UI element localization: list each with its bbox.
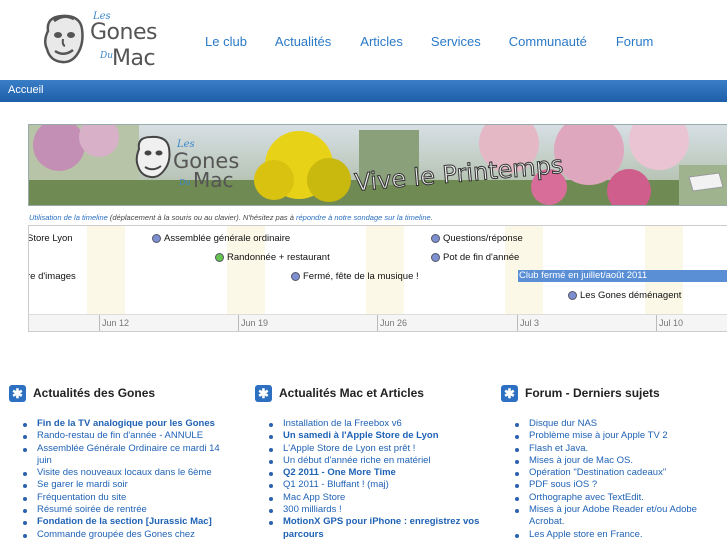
list-item[interactable]: Installation de la Freebox v6 [269, 418, 480, 430]
event-dot-icon [152, 233, 161, 243]
timeline-note: Utilisation de la timeline (déplacement … [29, 213, 433, 222]
list-item[interactable]: Mac App Store [269, 492, 480, 504]
list-item[interactable]: Résumé soirée de rentrée [23, 504, 234, 516]
forum-list: Disque dur NAS Problème mise à jour Appl… [501, 418, 726, 541]
face-logo-icon [44, 14, 84, 64]
nav-services[interactable]: Services [431, 34, 481, 49]
list-item[interactable]: Mises à jour de Mac OS. [515, 455, 726, 467]
list-item[interactable]: Rando-restau de fin d'année - ANNULE [23, 430, 234, 442]
list-item[interactable]: Fréquentation du site [23, 492, 234, 504]
timeline-event[interactable]: Store Lyon [28, 233, 73, 244]
asterisk-icon: ✱ [255, 384, 272, 402]
survey-link[interactable]: répondre à notre sondage sur la timeline [296, 213, 431, 222]
news-list: Installation de la Freebox v6 Un samedi … [255, 418, 480, 541]
timeline-event[interactable]: Questions/réponse [431, 233, 523, 244]
axis-tick: Jul 10 [656, 315, 683, 331]
timeline-axis: Jun 12 Jun 19 Jun 26 Jul 3 Jul 10 [29, 314, 727, 331]
timeline-event[interactable]: Les Gones déménagent [568, 290, 681, 301]
column-news-gones: ✱ Actualités des Gones Fin de la TV analo… [9, 384, 234, 541]
column-title: ✱ Actualités des Gones [9, 384, 234, 402]
timeline-note-end: . [430, 213, 433, 222]
list-item[interactable]: Flash et Java. [515, 443, 726, 455]
event-dot-icon [215, 252, 224, 262]
timeline-usage-link[interactable]: Utilisation de la timeline [29, 213, 108, 222]
nav-le-club[interactable]: Le club [205, 34, 247, 49]
column-title: ✱ Forum - Derniers sujets [501, 384, 726, 402]
breadcrumb-bar: Accueil [0, 80, 727, 102]
axis-tick: Jul 3 [517, 315, 539, 331]
event-label: Questions/réponse [443, 233, 523, 244]
event-dot-icon [431, 252, 440, 262]
timeline-note-text: (déplacement à la souris ou au clavier).… [107, 213, 296, 222]
timeline-event[interactable]: Pot de fin d'année [431, 252, 519, 263]
list-item[interactable]: Commande groupée des Gones chez [23, 529, 234, 541]
nav-articles[interactable]: Articles [360, 34, 403, 49]
list-item[interactable]: Un début d'année riche en matériel [269, 455, 480, 467]
event-dot-icon [431, 233, 440, 243]
weekend-band [366, 226, 404, 314]
list-item[interactable]: Problème mise à jour Apple TV 2 [515, 430, 726, 442]
event-label: Randonnée + restaurant [227, 252, 330, 263]
list-item[interactable]: Fin de la TV analogique pour les Gones [23, 418, 234, 430]
list-item[interactable]: 300 milliards ! [269, 504, 480, 516]
asterisk-icon: ✱ [501, 384, 518, 402]
weekend-band [87, 226, 125, 314]
timeline-closure-bar[interactable]: Club fermé en juillet/août 2011 [518, 270, 727, 282]
list-item[interactable]: L'Apple Store de Lyon est prêt ! [269, 443, 480, 455]
column-forum: ✱ Forum - Derniers sujets Disque dur NAS … [501, 384, 726, 541]
timeline-event[interactable]: Randonnée + restaurant [215, 252, 330, 263]
list-item[interactable]: Visite des nouveaux locaux dans le 6ème [23, 467, 234, 479]
event-label: Store Lyon [28, 233, 73, 244]
list-item[interactable]: Mises à jour Adobe Reader et/ou Adobe Ac… [515, 504, 726, 529]
banner-mac: Mac [193, 168, 234, 192]
list-item[interactable]: Fondation de la section [Jurassic Mac] [23, 516, 234, 528]
news-list: Fin de la TV analogique pour les Gones R… [9, 418, 234, 541]
breadcrumb-accueil[interactable]: Accueil [8, 84, 43, 96]
site-header: Les Gones Du Mac Le club Actualités Arti… [0, 0, 727, 78]
list-item[interactable]: Q2 2011 - One More Time [269, 467, 480, 479]
list-item[interactable]: Orthographe avec TextEdit. [515, 492, 726, 504]
event-label: Fermé, fête de la musique ! [303, 271, 419, 282]
event-dot-icon [291, 271, 300, 281]
list-item[interactable]: Un samedi à l'Apple Store de Lyon [269, 430, 480, 442]
list-item[interactable]: PDF sous iOS ? [515, 479, 726, 491]
timeline-event[interactable]: Fermé, fête de la musique ! [291, 271, 419, 282]
column-news-mac: ✱ Actualités Mac et Articles Installation… [255, 384, 480, 541]
site-logo[interactable]: Les Gones Du Mac [40, 11, 157, 73]
event-dot-icon [568, 290, 577, 300]
nav-forum[interactable]: Forum [616, 34, 654, 49]
logo-gones: Gones [90, 20, 157, 45]
list-item[interactable]: Les Apple store en France. [515, 529, 726, 541]
column-title: ✱ Actualités Mac et Articles [255, 384, 480, 402]
timeline-event[interactable]: re d'images [28, 271, 76, 282]
nav-actualites[interactable]: Actualités [275, 34, 331, 49]
list-item[interactable]: Q1 2011 - Bluffant ! (maj) [269, 479, 480, 491]
nav-communaute[interactable]: Communauté [509, 34, 587, 49]
axis-tick: Jun 26 [377, 315, 407, 331]
list-item[interactable]: Se garer le mardi soir [23, 479, 234, 491]
main-nav: Le club Actualités Articles Services Com… [190, 34, 653, 49]
asterisk-icon: ✱ [9, 384, 26, 402]
list-item[interactable]: Opération "Destination cadeaux" [515, 467, 726, 479]
axis-tick: Jun 12 [99, 315, 129, 331]
event-label: Pot de fin d'année [443, 252, 520, 263]
event-label: Assemblée générale ordinaire [164, 233, 291, 244]
event-label: re d'images [28, 271, 76, 282]
axis-tick: Jun 19 [238, 315, 268, 331]
banner-du: Du [178, 178, 191, 187]
spring-banner[interactable]: Les Gones Du Mac Vive le Printemps [28, 124, 727, 206]
logo-mac: Mac [112, 46, 156, 71]
event-label: Les Gones déménagent [580, 290, 682, 301]
timeline-event[interactable]: Assemblée générale ordinaire [152, 233, 290, 244]
list-item[interactable]: MotionX GPS pour iPhone : enregistrez vo… [269, 516, 480, 541]
list-item[interactable]: Assemblée Générale Ordinaire ce mardi 14… [23, 443, 234, 468]
banner-image: Les Gones Du Mac Vive le Printemps [29, 125, 727, 205]
timeline[interactable]: Store Lyon Assemblée générale ordinaire … [28, 225, 727, 332]
list-item[interactable]: Disque dur NAS [515, 418, 726, 430]
